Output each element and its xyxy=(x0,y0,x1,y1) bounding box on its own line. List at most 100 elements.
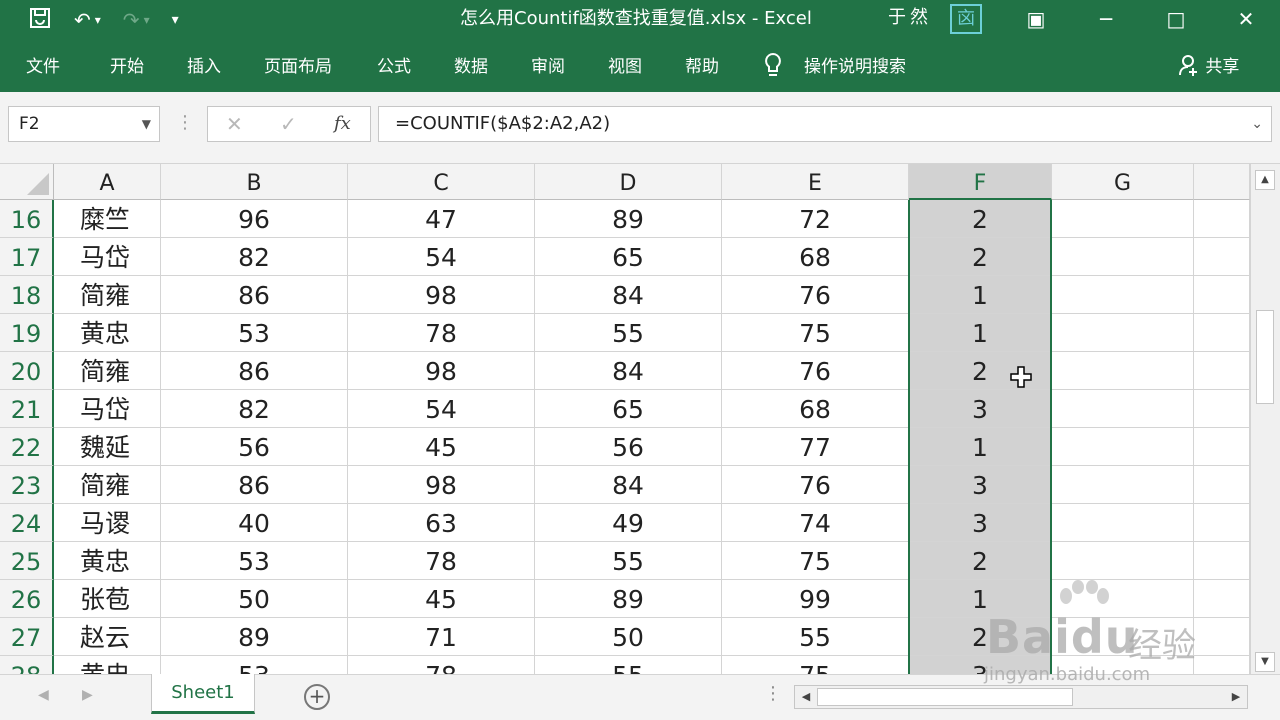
cell-e[interactable]: 55 xyxy=(722,618,909,656)
cell-b[interactable]: 40 xyxy=(161,504,348,542)
cell-c[interactable]: 78 xyxy=(348,314,535,352)
cell-h[interactable] xyxy=(1194,200,1250,238)
scroll-right-icon[interactable]: ▶ xyxy=(1227,688,1245,706)
cell-h[interactable] xyxy=(1194,656,1250,674)
cell-b[interactable]: 50 xyxy=(161,580,348,618)
cell-e[interactable]: 72 xyxy=(722,200,909,238)
cell-b[interactable]: 82 xyxy=(161,390,348,428)
cell-b[interactable]: 82 xyxy=(161,238,348,276)
cell-c[interactable]: 78 xyxy=(348,656,535,674)
cell-b[interactable]: 56 xyxy=(161,428,348,466)
cell-g[interactable] xyxy=(1052,276,1194,314)
tab-page-layout[interactable]: 页面布局 xyxy=(264,40,332,94)
cell-e[interactable]: 77 xyxy=(722,428,909,466)
cell-c[interactable]: 71 xyxy=(348,618,535,656)
lightbulb-icon[interactable] xyxy=(763,52,783,80)
insert-function-icon[interactable]: fx xyxy=(334,107,351,141)
minimize-button[interactable]: ─ xyxy=(1076,0,1136,40)
cell-f[interactable]: 3 xyxy=(909,504,1052,542)
row-header[interactable]: 28 xyxy=(0,656,54,674)
row-header[interactable]: 18 xyxy=(0,276,54,314)
cell-g[interactable] xyxy=(1052,580,1194,618)
cell-c[interactable]: 54 xyxy=(348,238,535,276)
drag-handle-icon[interactable]: ⋮ xyxy=(176,112,194,133)
row-header[interactable]: 26 xyxy=(0,580,54,618)
scroll-up-icon[interactable]: ▲ xyxy=(1255,170,1275,190)
cell-f[interactable]: 3 xyxy=(909,390,1052,428)
cell-c[interactable]: 47 xyxy=(348,200,535,238)
cell-f[interactable]: 2 xyxy=(909,618,1052,656)
redo-icon[interactable]: ↷ xyxy=(123,8,140,32)
tell-me-search[interactable]: 操作说明搜索 xyxy=(804,40,906,94)
cell-a[interactable]: 马岱 xyxy=(54,390,161,428)
cell-a[interactable]: 简雍 xyxy=(54,466,161,504)
tab-file[interactable]: 文件 xyxy=(26,40,60,94)
cell-d[interactable]: 89 xyxy=(535,580,722,618)
cell-d[interactable]: 55 xyxy=(535,314,722,352)
cell-a[interactable]: 马谡 xyxy=(54,504,161,542)
cell-a[interactable]: 张苞 xyxy=(54,580,161,618)
cell-c[interactable]: 78 xyxy=(348,542,535,580)
cell-h[interactable] xyxy=(1194,276,1250,314)
cell-a[interactable]: 简雍 xyxy=(54,276,161,314)
cell-d[interactable]: 65 xyxy=(535,238,722,276)
row-header[interactable]: 23 xyxy=(0,466,54,504)
row-header[interactable]: 20 xyxy=(0,352,54,390)
restore-button[interactable]: □ xyxy=(1146,0,1206,40)
column-header-d[interactable]: D xyxy=(535,164,722,200)
cell-f[interactable]: 2 xyxy=(909,238,1052,276)
tab-data[interactable]: 数据 xyxy=(454,40,488,94)
cell-h[interactable] xyxy=(1194,618,1250,656)
sheet-next-icon[interactable]: ▶ xyxy=(82,687,93,703)
tab-help[interactable]: 帮助 xyxy=(685,40,719,94)
add-sheet-icon[interactable]: + xyxy=(304,684,330,710)
cell-e[interactable]: 75 xyxy=(722,314,909,352)
vertical-scrollbar[interactable]: ▲ ▼ xyxy=(1250,164,1280,674)
cell-d[interactable]: 55 xyxy=(535,542,722,580)
cell-g[interactable] xyxy=(1052,200,1194,238)
cell-b[interactable]: 89 xyxy=(161,618,348,656)
close-button[interactable]: ✕ xyxy=(1216,0,1276,40)
cell-b[interactable]: 86 xyxy=(161,352,348,390)
sheet-tab-sheet1[interactable]: Sheet1 xyxy=(151,674,255,714)
enter-icon[interactable]: ✓ xyxy=(280,107,297,141)
row-header[interactable]: 27 xyxy=(0,618,54,656)
row-header[interactable]: 19 xyxy=(0,314,54,352)
cell-g[interactable] xyxy=(1052,352,1194,390)
cell-h[interactable] xyxy=(1194,352,1250,390)
tab-home[interactable]: 开始 xyxy=(110,40,144,94)
cell-a[interactable]: 简雍 xyxy=(54,352,161,390)
cell-d[interactable]: 84 xyxy=(535,352,722,390)
cell-d[interactable]: 84 xyxy=(535,276,722,314)
redo-dropdown-icon[interactable]: ▾ xyxy=(144,13,150,27)
cell-d[interactable]: 50 xyxy=(535,618,722,656)
cell-d[interactable]: 65 xyxy=(535,390,722,428)
tab-view[interactable]: 视图 xyxy=(608,40,642,94)
cell-e[interactable]: 76 xyxy=(722,276,909,314)
row-header[interactable]: 25 xyxy=(0,542,54,580)
cell-g[interactable] xyxy=(1052,618,1194,656)
formula-input[interactable]: =COUNTIF($A$2:A2,A2) ⌄ xyxy=(378,106,1272,142)
cell-a[interactable]: 糜竺 xyxy=(54,200,161,238)
cell-b[interactable]: 96 xyxy=(161,200,348,238)
cell-g[interactable] xyxy=(1052,656,1194,674)
cell-f[interactable]: 1 xyxy=(909,276,1052,314)
cell-c[interactable]: 54 xyxy=(348,390,535,428)
cell-a[interactable]: 马岱 xyxy=(54,238,161,276)
undo-dropdown-icon[interactable]: ▾ xyxy=(95,13,101,27)
cell-c[interactable]: 98 xyxy=(348,276,535,314)
undo-icon[interactable]: ↶ xyxy=(74,8,91,32)
cell-f[interactable]: 3 xyxy=(909,466,1052,504)
cell-f[interactable]: 1 xyxy=(909,314,1052,352)
cell-e[interactable]: 99 xyxy=(722,580,909,618)
cell-d[interactable]: 49 xyxy=(535,504,722,542)
save-icon[interactable] xyxy=(28,6,52,35)
cell-e[interactable]: 68 xyxy=(722,238,909,276)
cell-f[interactable]: 2 xyxy=(909,542,1052,580)
row-header[interactable]: 22 xyxy=(0,428,54,466)
column-header-f[interactable]: F xyxy=(909,164,1052,200)
cell-a[interactable]: 黄忠 xyxy=(54,542,161,580)
cell-b[interactable]: 86 xyxy=(161,466,348,504)
cell-f[interactable]: 1 xyxy=(909,580,1052,618)
cell-h[interactable] xyxy=(1194,428,1250,466)
